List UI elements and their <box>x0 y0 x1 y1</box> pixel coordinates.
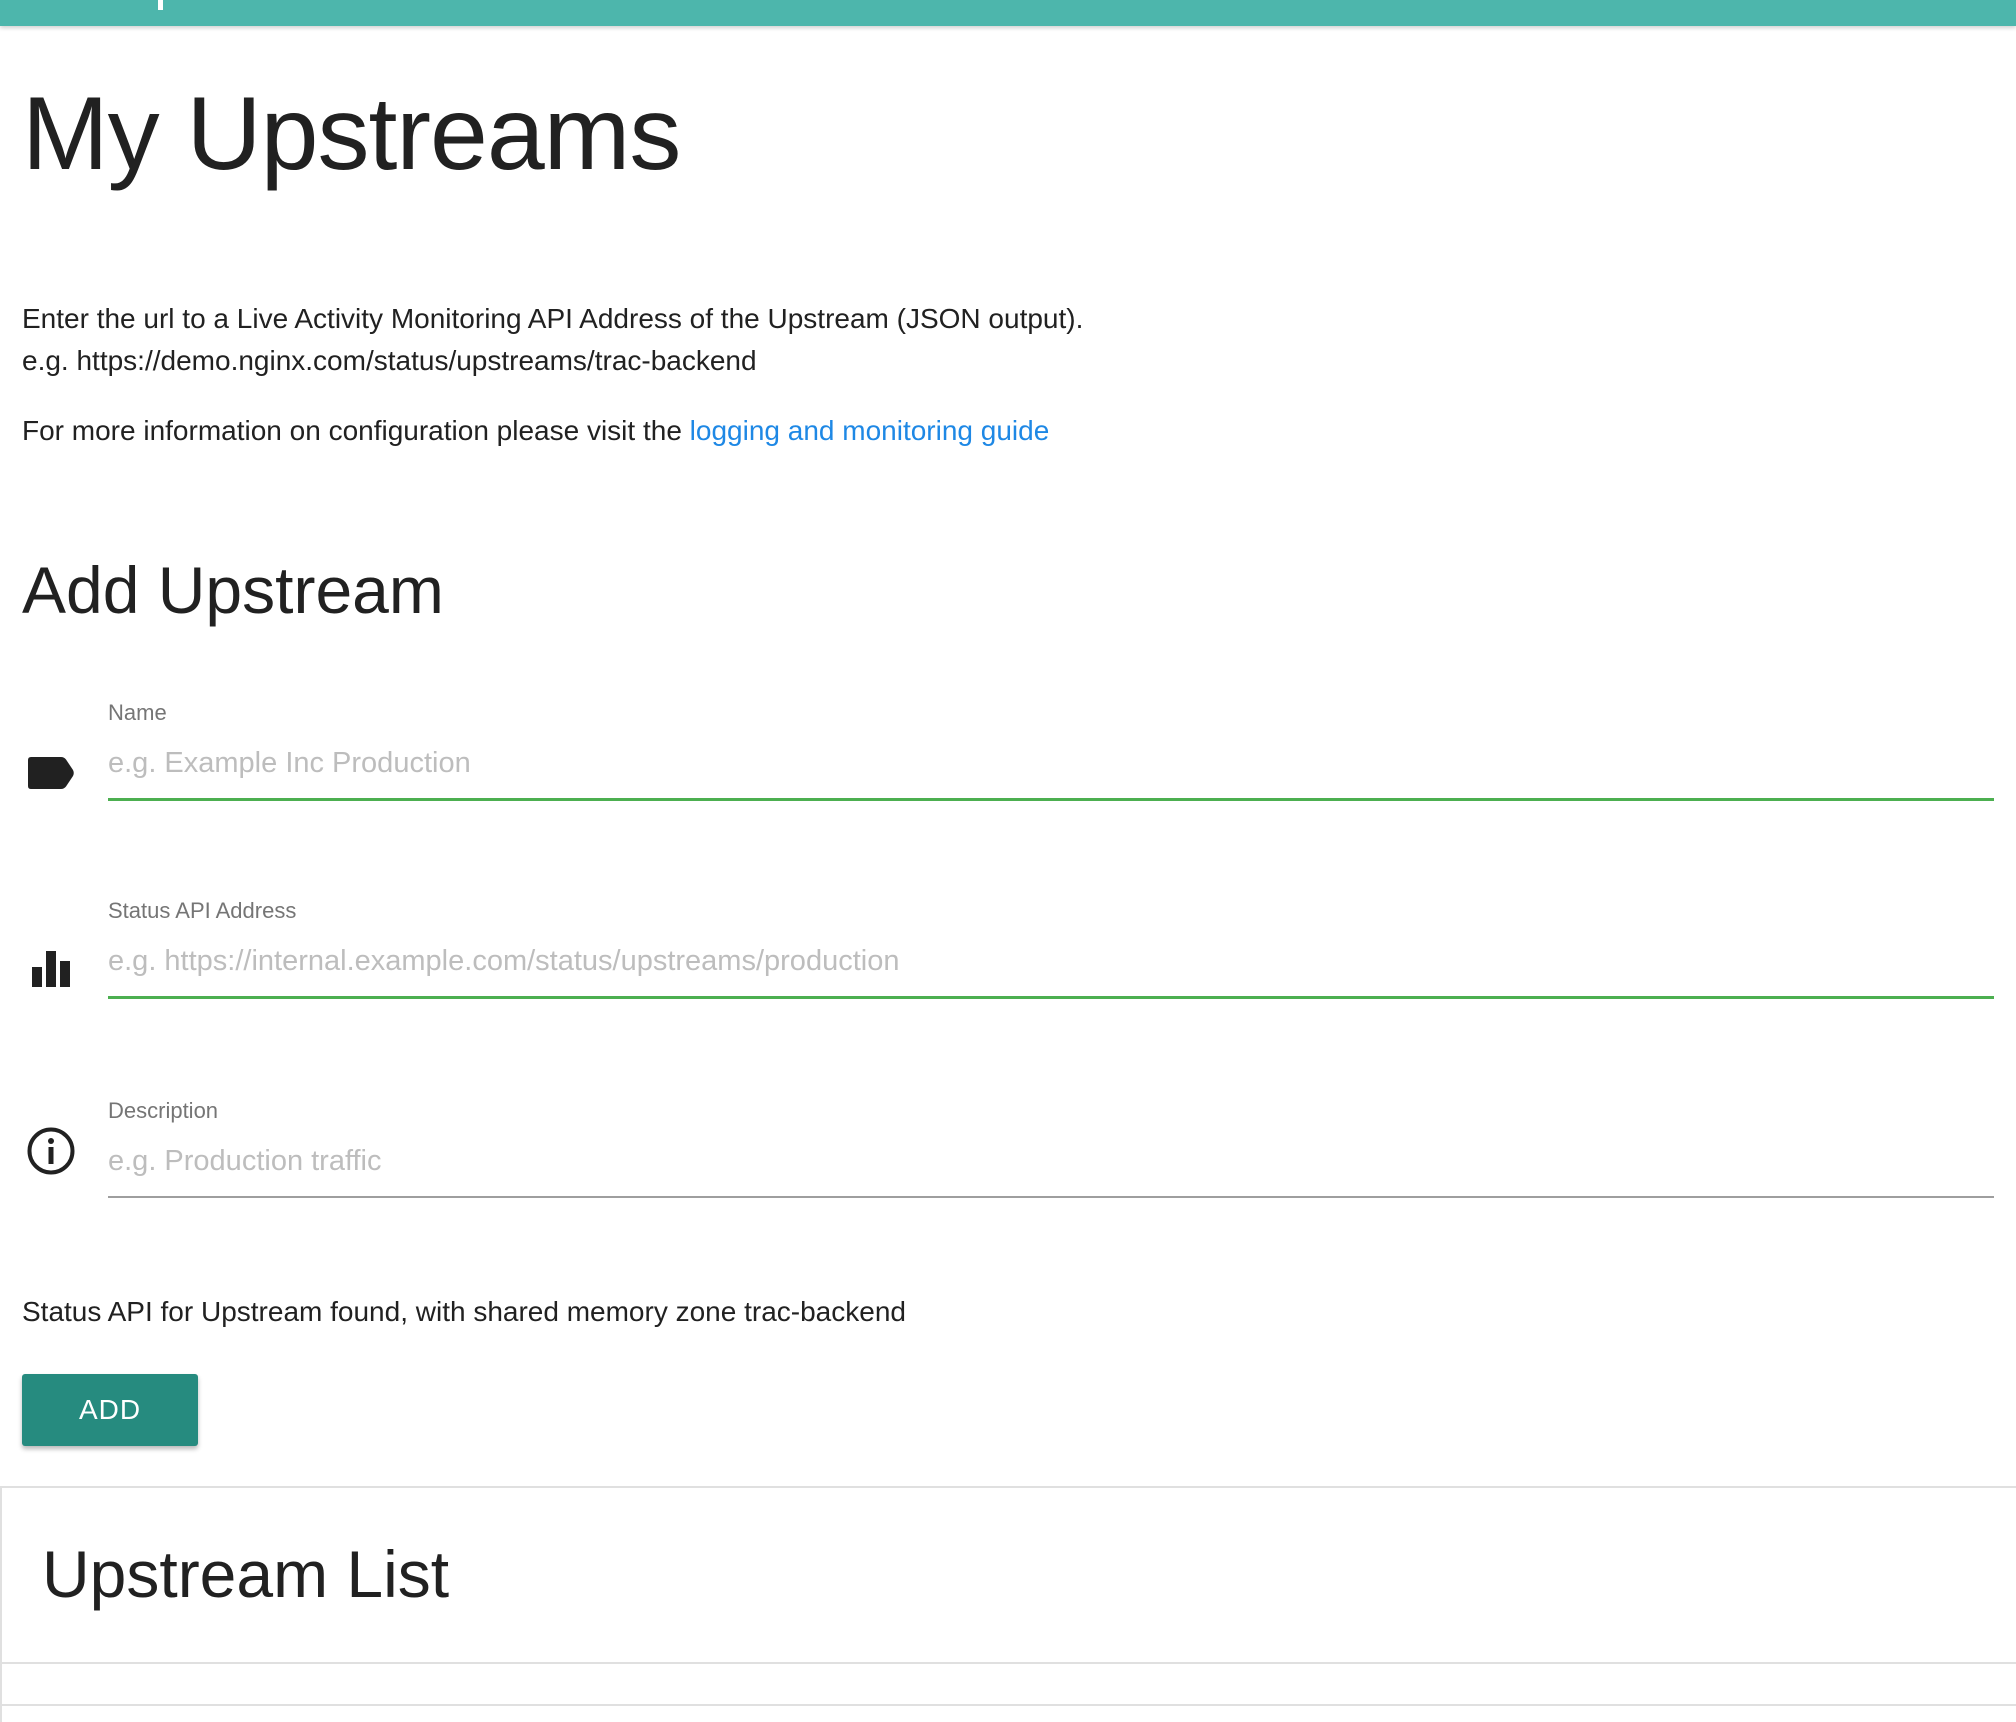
add-upstream-title: Add Upstream <box>22 553 444 627</box>
description-underline <box>108 1196 1994 1198</box>
status-api-address-underline <box>108 996 1994 999</box>
status-api-address-input[interactable] <box>108 938 1994 984</box>
top-app-bar <box>0 0 2016 26</box>
upstream-list-card: Upstream List <box>0 1486 2016 1722</box>
status-api-found-message: Status API for Upstream found, with shar… <box>22 1296 906 1327</box>
upstream-list-divider <box>2 1662 2016 1664</box>
intro-line-1: Enter the url to a Live Activity Monitor… <box>22 303 1084 334</box>
name-field: Name <box>0 700 2016 820</box>
upstream-list-title: Upstream List <box>42 1537 450 1611</box>
name-field-label: Name <box>108 700 167 725</box>
description-input[interactable] <box>108 1138 1994 1184</box>
intro-text: Enter the url to a Live Activity Monitor… <box>22 298 1083 452</box>
add-button[interactable]: ADD <box>22 1374 198 1446</box>
description-label: Description <box>108 1098 219 1123</box>
bar-chart-icon <box>26 944 76 994</box>
upstream-list-row-divider <box>2 1704 2016 1706</box>
more-info-text: For more information on configuration pl… <box>22 410 1083 452</box>
name-input[interactable] <box>108 740 1994 786</box>
info-circle-icon <box>26 1126 76 1176</box>
name-input-underline <box>108 798 1994 801</box>
more-info-prefix: For more information on configuration pl… <box>22 415 690 446</box>
status-api-address-label: Status API Address <box>108 898 297 923</box>
label-tag-icon <box>26 748 76 798</box>
intro-line-2: e.g. https://demo.nginx.com/status/upstr… <box>22 345 757 376</box>
description-field: Description <box>0 1098 2016 1218</box>
status-api-address-field: Status API Address <box>0 898 2016 1018</box>
page-title: My Upstreams <box>22 76 681 192</box>
logging-monitoring-guide-link[interactable]: logging and monitoring guide <box>690 415 1050 446</box>
app-bar-title-fragment <box>158 0 163 10</box>
